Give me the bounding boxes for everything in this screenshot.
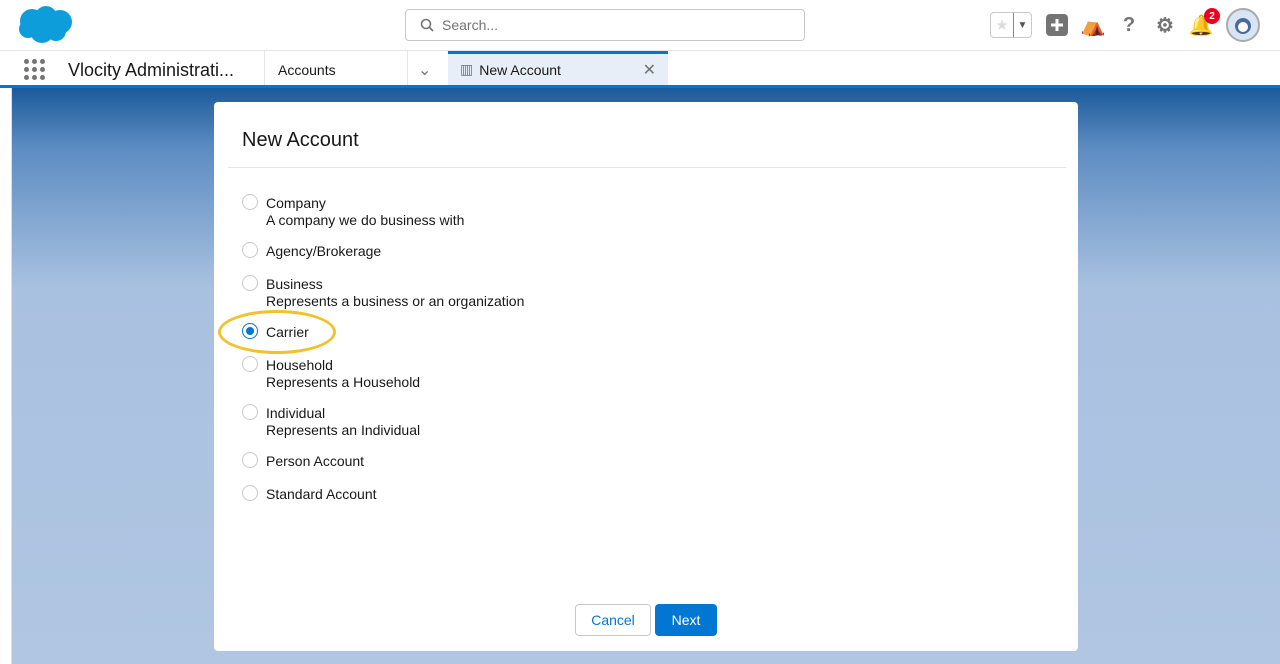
bell-icon[interactable]: 🔔 2 bbox=[1189, 8, 1220, 37]
search-icon bbox=[420, 18, 434, 32]
option-label: Standard Account bbox=[266, 486, 377, 502]
record-type-option[interactable]: Individual Represents an Individual bbox=[242, 404, 421, 439]
option-label: Business bbox=[266, 276, 323, 292]
global-header: Search... ★ ▼ ⛺ ? ⚙ 🔔 2 bbox=[0, 0, 1280, 51]
tab-new-account[interactable]: ▥ New Account ✕ bbox=[448, 51, 668, 85]
option-label: Carrier bbox=[266, 324, 309, 340]
record-type-option[interactable]: Agency/Brokerage bbox=[242, 242, 382, 260]
trailhead-icon[interactable]: ⛺ bbox=[1081, 14, 1106, 37]
help-icon[interactable]: ? bbox=[1118, 14, 1140, 36]
radio-button[interactable] bbox=[242, 275, 258, 291]
radio-button[interactable] bbox=[242, 194, 258, 210]
option-description: Represents a business or an organization bbox=[266, 293, 525, 309]
chevron-down-icon[interactable]: ⌄ bbox=[418, 60, 431, 80]
next-button[interactable]: Next bbox=[655, 604, 717, 636]
divider bbox=[228, 167, 1066, 168]
option-label: Company bbox=[266, 195, 326, 211]
modal-title: New Account bbox=[242, 129, 359, 151]
record-type-option[interactable]: Carrier bbox=[242, 323, 309, 341]
radio-button[interactable] bbox=[242, 323, 258, 339]
radio-button[interactable] bbox=[242, 356, 258, 372]
new-account-modal: New Account Company A company we do busin… bbox=[214, 102, 1078, 651]
radio-button[interactable] bbox=[242, 452, 258, 468]
search-placeholder: Search... bbox=[442, 17, 499, 33]
notification-badge: 2 bbox=[1204, 8, 1220, 24]
tab-label: New Account bbox=[479, 61, 561, 78]
caret-down-icon[interactable]: ▼ bbox=[1013, 13, 1031, 37]
record-type-option[interactable]: Standard Account bbox=[242, 485, 377, 503]
side-panel-toggle[interactable] bbox=[0, 88, 12, 664]
app-launcher-icon[interactable] bbox=[24, 59, 45, 80]
record-type-option[interactable]: Household Represents a Household bbox=[242, 356, 421, 391]
cancel-button[interactable]: Cancel bbox=[575, 604, 651, 636]
option-description: Represents a Household bbox=[266, 374, 421, 390]
option-label: Person Account bbox=[266, 453, 365, 469]
record-type-option[interactable]: Business Represents a business or an orga… bbox=[242, 275, 525, 310]
salesforce-logo[interactable] bbox=[16, 5, 74, 45]
record-type-option[interactable]: Person Account bbox=[242, 452, 365, 470]
radio-button[interactable] bbox=[242, 485, 258, 501]
add-icon[interactable] bbox=[1046, 14, 1068, 36]
option-description: A company we do business with bbox=[266, 212, 465, 228]
radio-button[interactable] bbox=[242, 404, 258, 420]
record-type-option[interactable]: Company A company we do business with bbox=[242, 194, 465, 229]
building-icon: ▥ bbox=[460, 61, 474, 77]
tab-accounts[interactable]: Accounts bbox=[264, 51, 408, 85]
favorites-button[interactable]: ★ ▼ bbox=[990, 12, 1032, 38]
option-label: Household bbox=[266, 357, 333, 373]
option-label: Individual bbox=[266, 405, 326, 421]
navigation-bar: Vlocity Administrati... Accounts ⌄ ▥ New… bbox=[0, 51, 1280, 88]
option-label: Agency/Brokerage bbox=[266, 243, 382, 259]
star-icon[interactable]: ★ bbox=[991, 13, 1013, 37]
gear-icon[interactable]: ⚙ bbox=[1154, 14, 1176, 37]
close-icon[interactable]: ✕ bbox=[643, 60, 656, 80]
avatar[interactable] bbox=[1226, 8, 1260, 42]
radio-button[interactable] bbox=[242, 242, 258, 258]
search-input[interactable]: Search... bbox=[405, 9, 805, 41]
app-name: Vlocity Administrati... bbox=[68, 60, 235, 80]
option-description: Represents an Individual bbox=[266, 422, 421, 438]
